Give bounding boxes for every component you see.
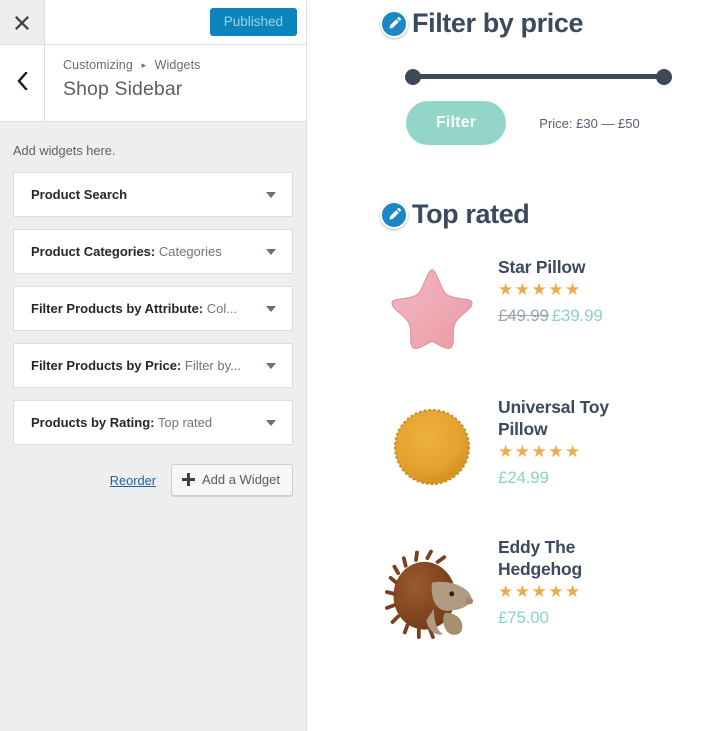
star-rating-icon: ★★★★★ xyxy=(498,582,582,602)
chevron-left-icon xyxy=(16,70,28,95)
widget-name: Products by Rating: xyxy=(31,415,155,430)
widget-actions: Reorder Add a Widget xyxy=(13,457,293,496)
star-rating-icon: ★★★★★ xyxy=(498,280,582,300)
close-icon xyxy=(14,14,30,30)
top-rated-widget: Top rated Star Pillow ★★★★★ £49.99 £39.9… xyxy=(380,145,691,652)
customizer-sidebar: Published Customizing ▸ Widgets Shop Sid… xyxy=(0,0,307,731)
customizer-body: Add widgets here. Product Search Product… xyxy=(0,122,306,730)
top-rated-title: Top rated xyxy=(412,199,530,229)
product-price: £75.00 xyxy=(498,608,691,628)
price-range-label: Price: £30 — £50 xyxy=(539,115,640,131)
publish-area: Published xyxy=(209,0,306,44)
widget-row-products-by-rating[interactable]: Products by Rating: Top rated xyxy=(13,400,293,445)
widget-title: Filter Products by Attribute: Col... xyxy=(31,301,261,316)
widget-title: Filter Products by Price: Filter by... xyxy=(31,358,261,373)
widget-title: Product Categories: Categories xyxy=(31,244,261,259)
customizer-panel-header: Customizing ▸ Widgets Shop Sidebar xyxy=(0,45,306,122)
widget-instance-name: Filter by... xyxy=(181,358,241,373)
breadcrumb-current[interactable]: Widgets xyxy=(155,58,201,72)
price-filter-title: Filter by price xyxy=(412,8,584,38)
price-filter-controls: Filter Price: £30 — £50 xyxy=(406,101,691,145)
add-widget-button[interactable]: Add a Widget xyxy=(170,464,293,496)
customizer-screen: Published Customizing ▸ Widgets Shop Sid… xyxy=(0,0,715,731)
price-filter-widget: Filter by price Filter Price: £30 — £50 xyxy=(380,0,691,145)
reorder-link[interactable]: Reorder xyxy=(110,473,156,488)
top-rated-product-list: Star Pillow ★★★★★ £49.99 £39.99 Universa… xyxy=(380,254,691,652)
price-filter-heading-row: Filter by price xyxy=(380,8,691,39)
slider-handle-max[interactable] xyxy=(656,69,672,85)
chevron-down-icon[interactable] xyxy=(261,248,281,255)
list-item[interactable]: Star Pillow ★★★★★ £49.99 £39.99 xyxy=(380,254,691,372)
product-name[interactable]: Universal Toy Pillow xyxy=(498,396,648,440)
chevron-down-icon[interactable] xyxy=(261,419,281,426)
product-info: Star Pillow ★★★★★ £49.99 £39.99 xyxy=(484,254,691,326)
topbar-spacer xyxy=(45,0,210,44)
widget-name: Filter Products by Price: xyxy=(31,358,182,373)
page-title: Shop Sidebar xyxy=(63,78,183,100)
breadcrumb-separator-icon: ▸ xyxy=(141,60,147,70)
price-range-slider[interactable] xyxy=(405,69,672,85)
chevron-down-icon[interactable] xyxy=(261,362,281,369)
back-button[interactable] xyxy=(0,45,45,121)
breadcrumb-root[interactable]: Customizing xyxy=(63,58,133,72)
widget-instance-name: Col... xyxy=(203,301,238,316)
widget-instance-name: Categories xyxy=(155,244,222,259)
widget-row-product-search[interactable]: Product Search xyxy=(13,172,293,217)
filter-button[interactable]: Filter xyxy=(406,101,507,145)
star-pillow-thumbnail[interactable] xyxy=(380,254,484,358)
sale-price: £24.99 xyxy=(498,467,549,487)
product-price: £49.99 £39.99 xyxy=(498,306,691,326)
pencil-edit-icon[interactable] xyxy=(380,9,408,38)
top-rated-heading-row: Top rated xyxy=(380,199,691,230)
pencil-edit-icon[interactable] xyxy=(380,200,408,229)
publish-button[interactable]: Published xyxy=(209,7,297,37)
widget-instance-name: Top rated xyxy=(154,415,213,430)
widget-name: Filter Products by Attribute: xyxy=(31,301,204,316)
add-widget-label: Add a Widget xyxy=(201,472,280,487)
panel-titles: Customizing ▸ Widgets Shop Sidebar xyxy=(45,45,306,121)
sale-price: £75.00 xyxy=(498,607,549,627)
site-preview-pane: Filter by price Filter Price: £30 — £50 xyxy=(308,0,715,731)
widget-row-product-categories[interactable]: Product Categories: Categories xyxy=(13,229,293,274)
breadcrumb: Customizing ▸ Widgets xyxy=(63,58,306,72)
widget-name: Product Search xyxy=(31,187,128,202)
close-customizer-button[interactable] xyxy=(0,0,45,44)
product-price: £24.99 xyxy=(498,468,691,488)
slider-handle-min[interactable] xyxy=(405,69,421,85)
plus-icon xyxy=(181,473,195,486)
star-rating-icon: ★★★★★ xyxy=(498,442,582,462)
widget-title: Products by Rating: Top rated xyxy=(31,415,261,430)
widget-row-filter-by-attribute[interactable]: Filter Products by Attribute: Col... xyxy=(13,286,293,331)
hedgehog-toy-thumbnail[interactable] xyxy=(380,534,484,640)
original-price: £49.99 xyxy=(498,305,549,325)
product-info: Universal Toy Pillow ★★★★★ £24.99 xyxy=(484,394,691,488)
chevron-down-icon[interactable] xyxy=(261,191,281,198)
list-item[interactable]: Universal Toy Pillow ★★★★★ £24.99 xyxy=(380,394,691,512)
widget-title: Product Search xyxy=(31,187,261,202)
list-item[interactable]: Eddy The Hedgehog ★★★★★ £75.00 xyxy=(380,534,691,652)
chevron-down-icon[interactable] xyxy=(261,305,281,312)
sale-price: £39.99 xyxy=(551,305,603,325)
customizer-topbar: Published xyxy=(0,0,306,45)
product-name[interactable]: Eddy The Hedgehog xyxy=(498,536,648,580)
widget-row-filter-by-price[interactable]: Filter Products by Price: Filter by... xyxy=(13,343,293,388)
product-name[interactable]: Star Pillow xyxy=(498,256,648,278)
slider-track[interactable] xyxy=(406,74,671,79)
widget-name: Product Categories: xyxy=(31,244,156,259)
round-pillow-thumbnail[interactable] xyxy=(380,394,484,490)
sidebar-description: Add widgets here. xyxy=(13,143,116,158)
product-info: Eddy The Hedgehog ★★★★★ £75.00 xyxy=(484,534,691,628)
